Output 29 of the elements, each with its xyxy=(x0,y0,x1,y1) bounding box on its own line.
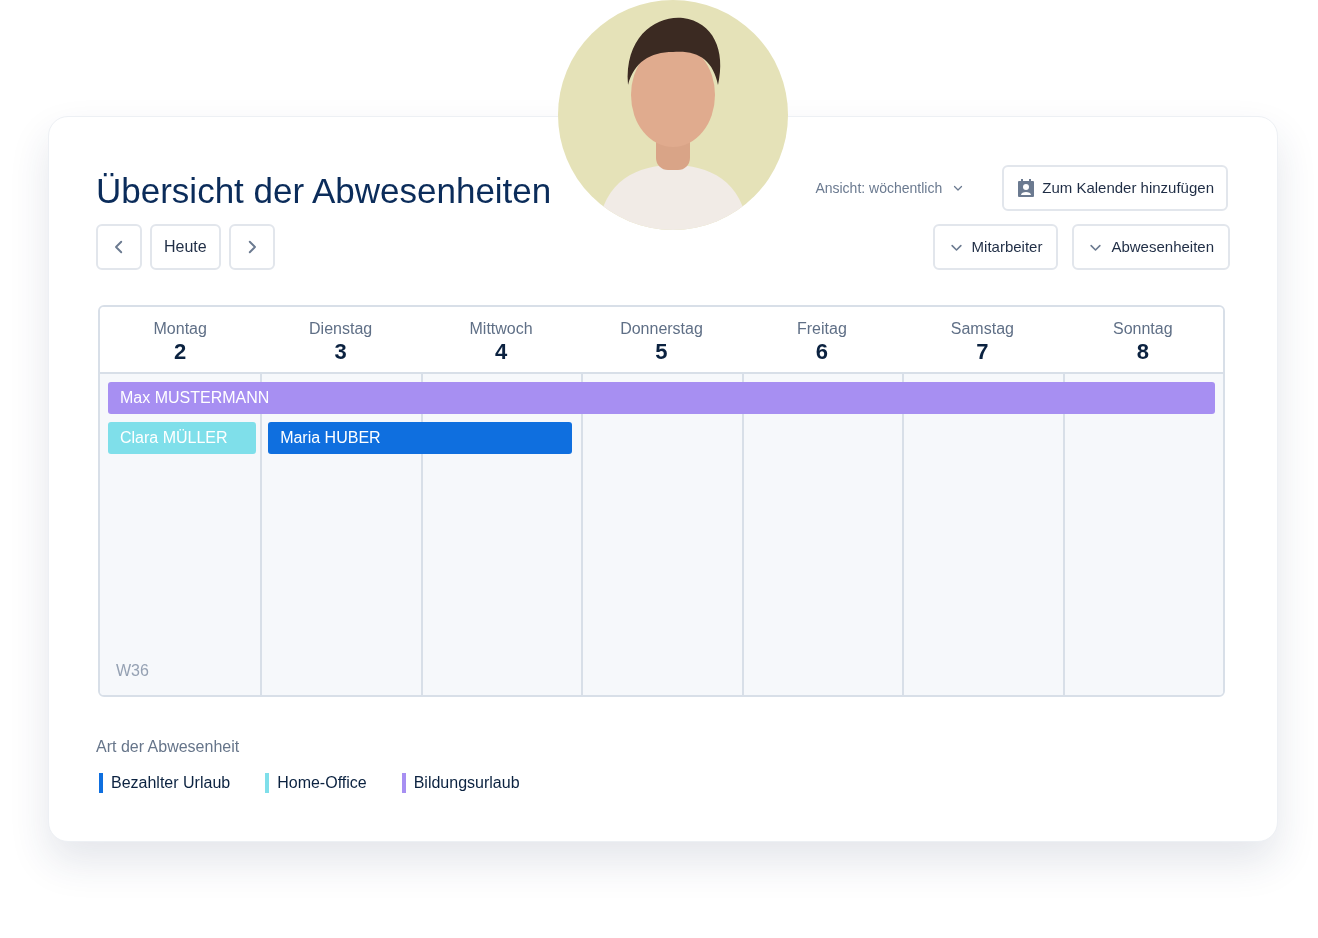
view-dropdown[interactable]: Ansicht: wöchentlich xyxy=(815,177,965,199)
next-button[interactable] xyxy=(228,224,275,270)
filter-dropdown[interactable]: Mitarbeiter xyxy=(932,224,1059,270)
date-number: 5 xyxy=(655,339,668,365)
weekday-label: Donnerstag xyxy=(620,319,703,339)
date-number: 6 xyxy=(815,339,829,365)
previous-button[interactable] xyxy=(96,224,142,270)
weekday-label: Samstag xyxy=(950,319,1014,339)
date-number: 4 xyxy=(494,339,508,365)
legend-label: Home-Office xyxy=(277,773,367,793)
absence-bar[interactable]: Maria HUBER xyxy=(268,422,573,454)
date-number: 3 xyxy=(334,339,347,365)
today-button[interactable]: Heute xyxy=(150,224,221,270)
week-number: W36 xyxy=(116,661,149,681)
weekday-label: Dienstag xyxy=(309,319,373,339)
legend-label: Bildungsurlaub xyxy=(413,773,520,793)
weekday-label: Freitag xyxy=(797,319,847,339)
page-title: Übersicht der Abwesenheiten xyxy=(96,170,552,212)
weekday-label: Mittwoch xyxy=(469,319,533,339)
weekday-label: Montag xyxy=(153,319,207,339)
filter-dropdown[interactable]: Abwesenheiten xyxy=(1072,224,1230,270)
weekday-label: Sonntag xyxy=(1112,319,1173,339)
date-number: 7 xyxy=(976,339,989,365)
add-to-calendar-button[interactable]: Zum Kalender hinzufügen xyxy=(1002,165,1228,211)
calendar-person-icon xyxy=(1016,178,1037,198)
date-number: 8 xyxy=(1136,339,1149,365)
legend-title: Art der Abwesenheit xyxy=(96,737,241,757)
legend-label: Bezahlter Urlaub xyxy=(111,773,231,793)
date-number: 2 xyxy=(174,339,187,365)
